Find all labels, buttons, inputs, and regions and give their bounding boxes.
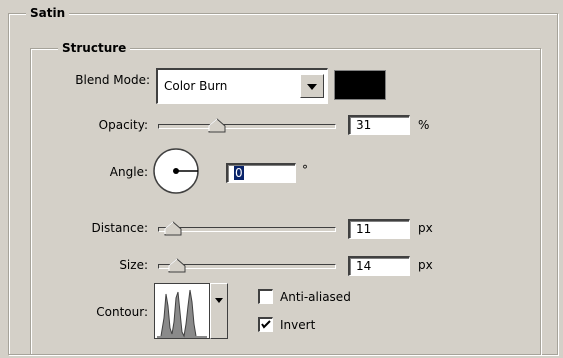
blend-mode-dropdown-button[interactable] [300,74,324,98]
angle-dial[interactable] [152,147,200,195]
opacity-slider[interactable] [158,124,336,129]
opacity-slider-thumb[interactable] [208,118,226,134]
distance-input[interactable]: 11 [348,219,410,239]
contour-picker[interactable] [154,283,210,339]
distance-slider-thumb[interactable] [164,221,182,237]
blend-mode-select[interactable]: Color Burn [156,68,328,104]
contour-curve-icon [155,284,209,338]
contour-dropdown-button[interactable] [210,283,228,339]
angle-input[interactable]: 0 [226,163,296,183]
anti-aliased-label[interactable]: Anti-aliased [280,290,351,304]
angle-unit: ° [302,163,308,177]
size-slider-thumb[interactable] [168,258,186,274]
checkmark-icon [261,320,271,329]
distance-label: Distance: [91,221,148,235]
contour-label: Contour: [96,305,148,319]
opacity-unit: % [418,118,430,132]
invert-checkbox[interactable] [258,317,273,332]
blend-mode-value: Color Burn [164,79,228,93]
opacity-label: Opacity: [98,118,148,132]
size-input[interactable]: 14 [348,256,410,276]
anti-aliased-checkbox[interactable] [258,289,273,304]
chevron-down-icon [307,84,317,90]
satin-color-swatch[interactable] [334,70,386,100]
structure-title: Structure [58,41,131,55]
invert-label[interactable]: Invert [280,318,315,332]
satin-title: Satin [26,6,70,20]
distance-slider[interactable] [158,227,336,232]
blend-mode-label: Blend Mode: [75,73,150,87]
distance-unit: px [418,221,433,235]
opacity-input[interactable]: 31 [348,115,410,135]
chevron-down-icon [215,298,223,303]
size-unit: px [418,258,433,272]
size-label: Size: [119,258,148,272]
angle-label: Angle: [109,165,148,179]
angle-value: 0 [234,166,244,180]
